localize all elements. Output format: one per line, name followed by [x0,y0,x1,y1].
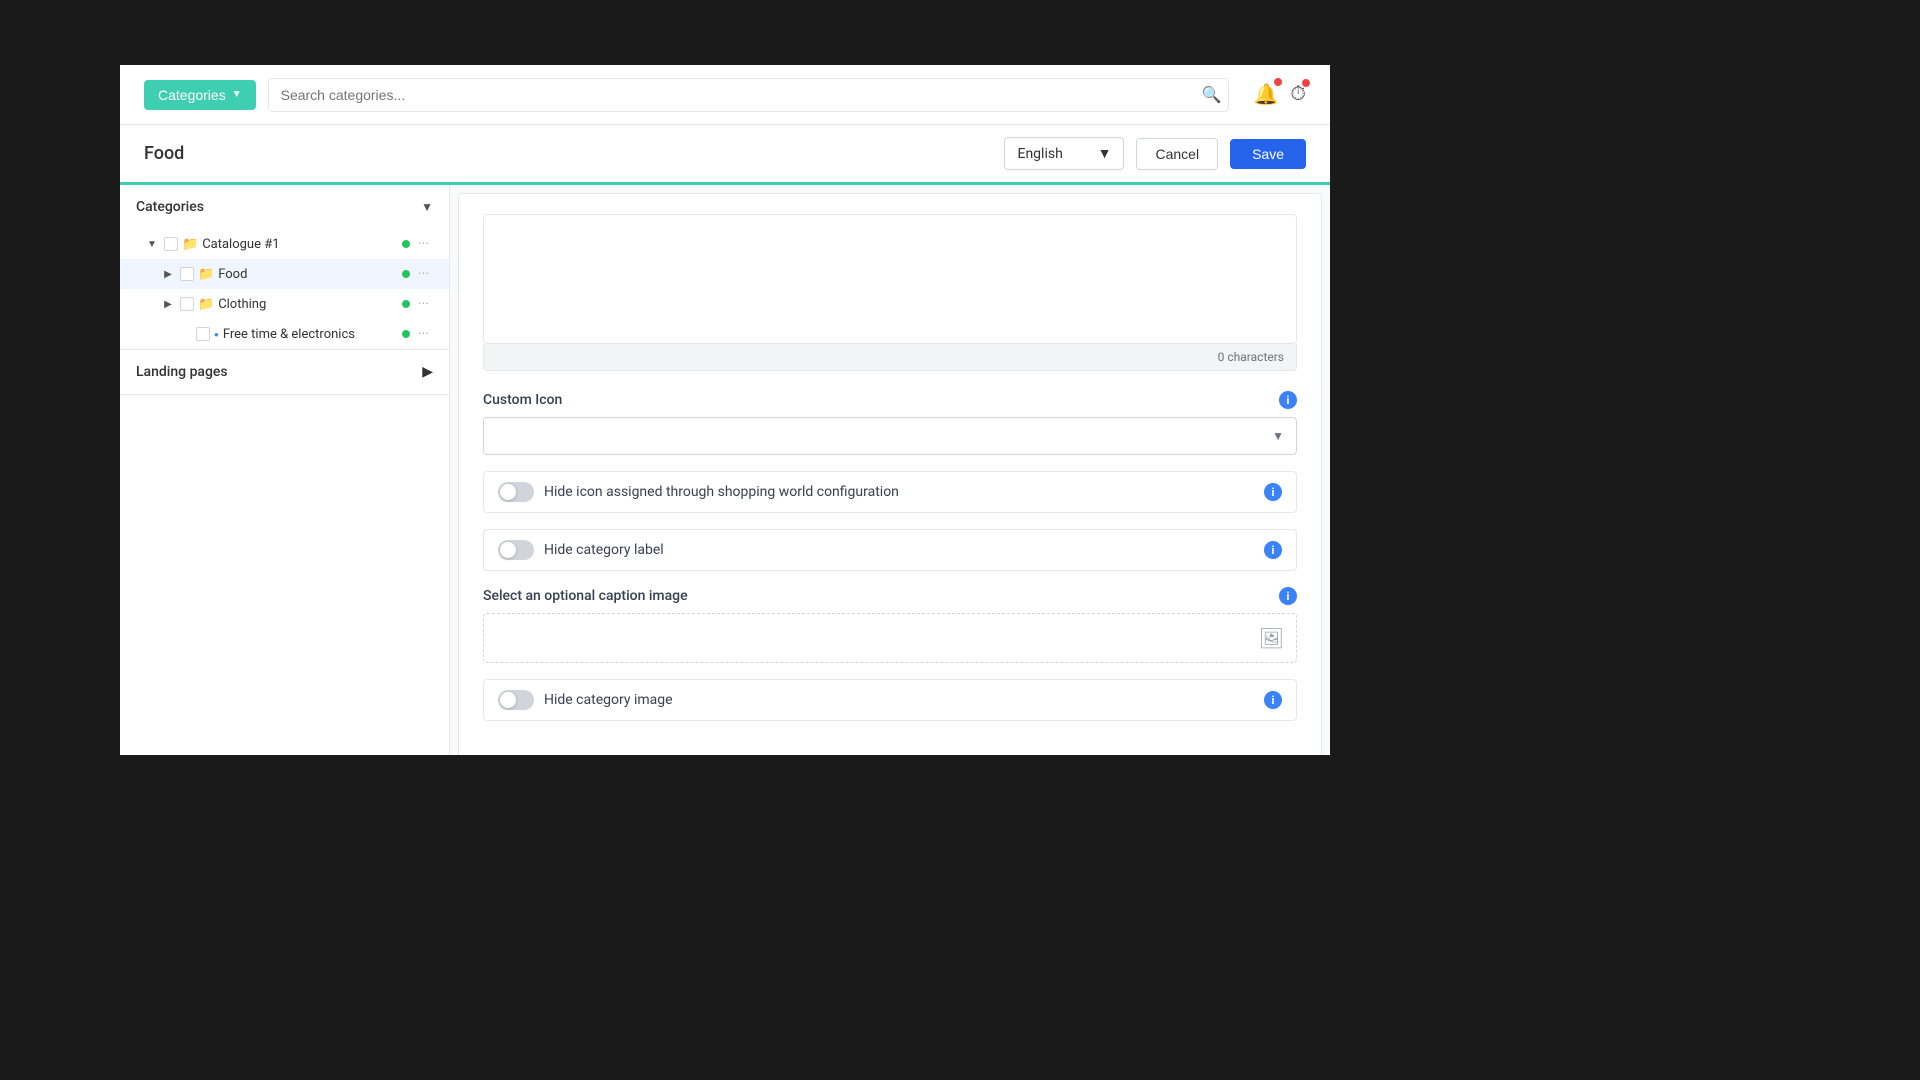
custom-icon-section: Custom Icon i ▼ [483,391,1297,455]
tree-more-clothing[interactable]: ··· [414,296,433,312]
tree-status-dot-clothing [402,300,410,308]
tree-item-catalogue1[interactable]: ▼ 📁 Catalogue #1 ··· [120,229,449,259]
bell-icon: 🔔 [1253,84,1278,106]
hide-category-image-label: Hide category image [544,692,673,708]
tree-label-free-time: Free time & electronics [223,327,398,342]
hide-category-label-toggle[interactable] [498,540,534,560]
tree-more-food[interactable]: ··· [414,266,433,282]
hide-icon-toggle-left: Hide icon assigned through shopping worl… [498,482,899,502]
hide-category-label-toggle-row: Hide category label i [483,529,1297,571]
caption-image-label: Select an optional caption image [483,588,688,604]
char-count: 0 characters [1218,350,1284,364]
tree-checkbox-catalogue1[interactable] [164,237,178,251]
save-button[interactable]: Save [1230,139,1306,169]
main-content: Categories ▼ ▼ 📁 Catalogue #1 ··· ▶ 📁 [120,185,1330,755]
landing-pages-expand-icon: ▶ [422,364,433,380]
custom-icon-select[interactable]: ▼ [483,417,1297,455]
settings-badge [1302,79,1310,87]
tree-label-food: Food [218,267,398,282]
folder-icon-food: 📁 [198,267,214,282]
notification-badge [1274,78,1282,86]
search-icon: 🔍 [1202,87,1222,104]
custom-icon-chevron-icon: ▼ [1272,429,1284,443]
sub-header: Food English ▼ Cancel Save [120,125,1330,185]
caption-image-section: Select an optional caption image i 🖼 [483,587,1297,663]
right-panel: 0 characters Custom Icon i ▼ [450,185,1330,755]
tree-toggle-clothing[interactable]: ▶ [160,296,176,312]
tree-toggle-catalogue1[interactable]: ▼ [144,236,160,252]
tree-checkbox-clothing[interactable] [180,297,194,311]
char-count-bar: 0 characters [483,344,1297,371]
categories-section-header[interactable]: Categories ▼ [120,185,449,229]
hide-category-label-info-icon[interactable]: i [1264,541,1282,559]
tree-label-clothing: Clothing [218,297,398,312]
search-container: 🔍 [268,78,1230,112]
landing-pages-header[interactable]: Landing pages ▶ [120,350,449,394]
search-input[interactable] [268,78,1230,112]
hide-category-image-toggle[interactable] [498,690,534,710]
tree-label-catalogue1: Catalogue #1 [202,237,398,252]
tree-checkbox-food[interactable] [180,267,194,281]
hide-category-label-toggle-left: Hide category label [498,540,664,560]
folder-icon-clothing: 📁 [198,297,214,312]
language-label: English [1017,146,1062,162]
tree-item-clothing[interactable]: ▶ 📁 Clothing ··· [120,289,449,319]
categories-section: Categories ▼ ▼ 📁 Catalogue #1 ··· ▶ 📁 [120,185,449,350]
caption-image-upload-area[interactable]: 🖼 [483,613,1297,663]
sidebar: Categories ▼ ▼ 📁 Catalogue #1 ··· ▶ 📁 [120,185,450,755]
hide-category-image-toggle-left: Hide category image [498,690,673,710]
caption-image-label-row: Select an optional caption image i [483,587,1297,605]
tree-status-dot-catalogue1 [402,240,410,248]
tree-status-dot-free-time [402,330,410,338]
landing-pages-label: Landing pages [136,364,228,380]
cancel-button[interactable]: Cancel [1136,138,1218,170]
categories-button[interactable]: Categories ▼ [144,80,256,110]
notifications-button[interactable]: 🔔 [1253,82,1278,107]
categories-section-label: Categories [136,199,204,215]
panel-content: 0 characters Custom Icon i ▼ [458,193,1322,755]
custom-icon-label: Custom Icon [483,392,562,408]
categories-collapse-icon: ▼ [421,200,433,214]
tree-more-free-time[interactable]: ··· [414,326,433,342]
settings-circle-button[interactable]: ⏱ [1290,83,1306,106]
dot-icon-free-time: ● [214,330,219,339]
top-bar: Categories ▼ 🔍 🔔 ⏱ [120,65,1330,125]
tree-toggle-food[interactable]: ▶ [160,266,176,282]
folder-icon-catalogue1: 📁 [182,237,198,252]
search-icon-button[interactable]: 🔍 [1202,85,1222,105]
language-chevron-icon: ▼ [1098,145,1112,162]
caption-image-info-icon[interactable]: i [1279,587,1297,605]
hide-icon-toggle[interactable] [498,482,534,502]
tree-item-free-time[interactable]: ● Free time & electronics ··· [120,319,449,349]
image-upload-icon: 🖼 [1259,626,1284,650]
hide-category-image-toggle-row: Hide category image i [483,679,1297,721]
categories-chevron-icon: ▼ [232,89,242,100]
hide-category-image-info-icon[interactable]: i [1264,691,1282,709]
hide-icon-toggle-row: Hide icon assigned through shopping worl… [483,471,1297,513]
tree-status-dot-food [402,270,410,278]
hide-category-label: Hide category label [544,542,664,558]
tree-checkbox-free-time[interactable] [196,327,210,341]
tree-item-food[interactable]: ▶ 📁 Food ··· [120,259,449,289]
tree-more-catalogue1[interactable]: ··· [414,236,433,252]
custom-icon-label-row: Custom Icon i [483,391,1297,409]
custom-icon-info-icon[interactable]: i [1279,391,1297,409]
page-title: Food [144,143,184,164]
categories-btn-label: Categories [158,87,226,103]
sub-header-actions: English ▼ Cancel Save [1004,137,1306,170]
hide-icon-label: Hide icon assigned through shopping worl… [544,484,899,500]
category-image-area [483,214,1297,344]
top-bar-icons: 🔔 ⏱ [1253,82,1306,107]
hide-icon-info-icon[interactable]: i [1264,483,1282,501]
landing-pages-section: Landing pages ▶ [120,350,449,395]
language-select[interactable]: English ▼ [1004,137,1124,170]
